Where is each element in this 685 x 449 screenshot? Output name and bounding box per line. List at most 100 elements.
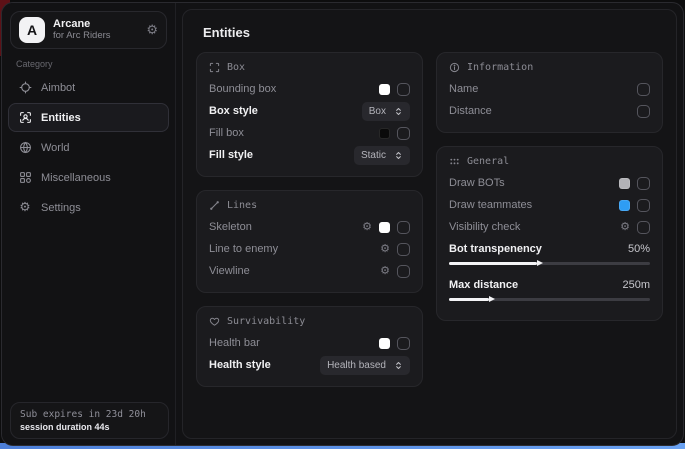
setting-label: Draw BOTs	[449, 177, 505, 189]
gear-icon: ⚙	[18, 201, 32, 215]
survivability-card-header: Survivability	[209, 316, 410, 327]
color-swatch[interactable]	[379, 338, 390, 349]
sidebar-item-label: World	[41, 142, 70, 154]
setting-label: Draw teammates	[449, 199, 532, 211]
setting-label: Viewline	[209, 265, 250, 277]
globe-icon	[18, 141, 32, 155]
brand-text: Arcane for Arc Riders	[53, 18, 138, 42]
session-duration: session duration 44s	[20, 422, 159, 432]
gear-icon[interactable]: ⚙	[146, 22, 158, 38]
box-icon	[209, 62, 220, 73]
lines-card: Lines Skeleton ⚙ Line to enemy ⚙	[196, 190, 423, 293]
checkbox[interactable]	[637, 221, 650, 234]
page-title: Entities	[203, 25, 663, 40]
setting-row-box-style: Box style Box	[209, 100, 410, 122]
color-swatch[interactable]	[379, 128, 390, 139]
sidebar-item-world[interactable]: World	[8, 133, 169, 162]
brand-card: A Arcane for Arc Riders ⚙	[10, 11, 167, 49]
select-value: Box	[369, 106, 386, 117]
setting-row-name: Name	[449, 78, 650, 100]
setting-row-viewline: Viewline ⚙	[209, 260, 410, 282]
gear-icon[interactable]: ⚙	[620, 222, 630, 233]
setting-row-bounding-box: Bounding box	[209, 78, 410, 100]
select-value: Health based	[327, 360, 386, 371]
setting-label: Max distance	[449, 279, 518, 291]
bot-transparency-slider[interactable]	[449, 262, 650, 265]
setting-row-line-to-enemy: Line to enemy ⚙	[209, 238, 410, 260]
color-swatch[interactable]	[379, 222, 390, 233]
chevrons-updown-icon	[394, 361, 403, 370]
color-swatch[interactable]	[619, 200, 630, 211]
sidebar-item-miscellaneous[interactable]: Miscellaneous	[8, 163, 169, 192]
chevrons-updown-icon	[394, 151, 403, 160]
slider-value: 50%	[628, 243, 650, 255]
section-title: Lines	[227, 200, 257, 211]
fill-style-select[interactable]: Static	[354, 146, 410, 165]
select-value: Static	[361, 150, 386, 161]
section-title: Information	[467, 62, 533, 73]
grid-icon	[18, 171, 32, 185]
subscription-card: Sub expires in 23d 20h session duration …	[10, 402, 169, 439]
box-style-select[interactable]: Box	[362, 102, 410, 121]
checkbox[interactable]	[397, 337, 410, 350]
sidebar-item-aimbot[interactable]: Aimbot	[8, 73, 169, 102]
checkbox[interactable]	[397, 127, 410, 140]
gear-icon[interactable]: ⚙	[380, 266, 390, 277]
setting-label: Name	[449, 83, 478, 95]
setting-label: Fill style	[209, 149, 253, 161]
checkbox[interactable]	[637, 177, 650, 190]
sidebar-item-entities[interactable]: Entities	[8, 103, 169, 132]
sidebar-item-settings[interactable]: ⚙ Settings	[8, 193, 169, 222]
sidebar: A Arcane for Arc Riders ⚙ Category Aimbo…	[2, 3, 176, 445]
box-card-header: Box	[209, 62, 410, 73]
app-window: A Arcane for Arc Riders ⚙ Category Aimbo…	[1, 2, 684, 446]
slider-label-row: Bot transpenency 50%	[449, 238, 650, 260]
max-distance-slider-group: Max distance 250m	[449, 274, 650, 301]
setting-row-distance: Distance	[449, 100, 650, 122]
setting-label: Bot transpenency	[449, 243, 542, 255]
slider-fill	[449, 298, 489, 301]
max-distance-slider[interactable]	[449, 298, 650, 301]
lines-card-header: Lines	[209, 200, 410, 211]
setting-label: Bounding box	[209, 83, 276, 95]
setting-label: Health bar	[209, 337, 260, 349]
entities-icon	[18, 111, 32, 125]
chevrons-updown-icon	[394, 107, 403, 116]
information-card-header: Information	[449, 62, 650, 73]
setting-label: Visibility check	[449, 221, 520, 233]
subscription-expiry: Sub expires in 23d 20h	[20, 409, 159, 420]
box-card: Box Bounding box Box style Box	[196, 52, 423, 177]
setting-label: Skeleton	[209, 221, 252, 233]
sliders-icon	[449, 156, 460, 167]
app-name: Arcane	[53, 18, 138, 31]
info-icon	[449, 62, 460, 73]
main-panel: Entities Box Bounding box	[182, 9, 677, 439]
slider-fill	[449, 262, 537, 265]
general-card: General Draw BOTs Draw teammates	[436, 146, 663, 321]
color-swatch[interactable]	[379, 84, 390, 95]
sidebar-item-label: Aimbot	[41, 82, 75, 94]
gear-icon[interactable]: ⚙	[362, 222, 372, 233]
heart-icon	[209, 316, 220, 327]
health-style-select[interactable]: Health based	[320, 356, 410, 375]
checkbox[interactable]	[397, 265, 410, 278]
checkbox[interactable]	[397, 243, 410, 256]
checkbox[interactable]	[397, 221, 410, 234]
bot-transparency-slider-group: Bot transpenency 50%	[449, 238, 650, 265]
checkbox[interactable]	[637, 199, 650, 212]
setting-label: Health style	[209, 359, 271, 371]
color-swatch[interactable]	[619, 178, 630, 189]
checkbox[interactable]	[637, 105, 650, 118]
gear-icon[interactable]: ⚙	[380, 244, 390, 255]
setting-label: Fill box	[209, 127, 244, 139]
setting-row-visibility-check: Visibility check ⚙	[449, 216, 650, 238]
checkbox[interactable]	[637, 83, 650, 96]
line-icon	[209, 200, 220, 211]
slider-value: 250m	[622, 279, 650, 291]
setting-row-fill-box: Fill box	[209, 122, 410, 144]
section-title: General	[467, 156, 509, 167]
checkbox[interactable]	[397, 83, 410, 96]
section-title: Box	[227, 62, 245, 73]
section-title: Survivability	[227, 316, 305, 327]
crosshair-icon	[18, 81, 32, 95]
